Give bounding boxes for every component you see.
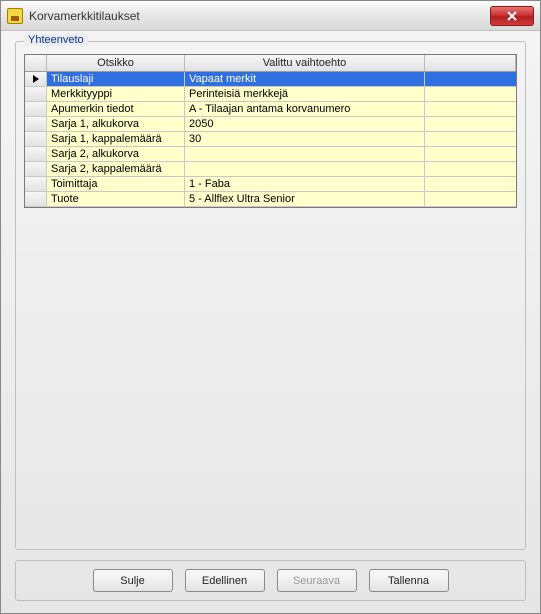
row-marker xyxy=(25,162,47,177)
cell-label: Tuote xyxy=(47,192,185,207)
previous-button[interactable]: Edellinen xyxy=(185,569,265,592)
row-marker xyxy=(25,102,47,117)
titlebar: Korvamerkkitilaukset xyxy=(1,1,540,31)
button-bar: Sulje Edellinen Seuraava Tallenna xyxy=(15,560,526,601)
cell-value xyxy=(185,147,425,162)
column-header-otsikko[interactable]: Otsikko xyxy=(47,55,185,71)
cell-label: Sarja 1, kappalemäärä xyxy=(47,132,185,147)
current-row-icon xyxy=(32,74,40,84)
table-row[interactable]: Apumerkin tiedotA - Tilaajan antama korv… xyxy=(25,102,516,117)
column-header-blank xyxy=(425,55,516,71)
row-marker xyxy=(25,177,47,192)
row-marker xyxy=(25,72,47,87)
summary-groupbox: Yhteenveto Otsikko Valittu vaihtoehto Ti… xyxy=(15,41,526,550)
row-marker xyxy=(25,87,47,102)
cell-blank xyxy=(425,72,516,87)
column-header-valittu[interactable]: Valittu vaihtoehto xyxy=(185,55,425,71)
row-marker xyxy=(25,192,47,207)
cell-value: 1 - Faba xyxy=(185,177,425,192)
grid-header: Otsikko Valittu vaihtoehto xyxy=(25,55,516,72)
table-row[interactable]: Sarja 2, kappalemäärä xyxy=(25,162,516,177)
summary-grid[interactable]: Otsikko Valittu vaihtoehto TilauslajiVap… xyxy=(24,54,517,208)
close-window-button[interactable] xyxy=(490,6,534,26)
window: Korvamerkkitilaukset Yhteenveto Otsikko … xyxy=(0,0,541,614)
cell-blank xyxy=(425,147,516,162)
table-row[interactable]: MerkkityyppiPerinteisiä merkkejä xyxy=(25,87,516,102)
cell-value: 2050 xyxy=(185,117,425,132)
cell-value: A - Tilaajan antama korvanumero xyxy=(185,102,425,117)
cell-label: Toimittaja xyxy=(47,177,185,192)
cell-label: Sarja 2, kappalemäärä xyxy=(47,162,185,177)
table-row[interactable]: TilauslajiVapaat merkit xyxy=(25,72,516,87)
cell-value: 30 xyxy=(185,132,425,147)
cell-label: Apumerkin tiedot xyxy=(47,102,185,117)
cell-blank xyxy=(425,117,516,132)
row-marker xyxy=(25,117,47,132)
cell-label: Tilauslaji xyxy=(47,72,185,87)
grid-body: TilauslajiVapaat merkitMerkkityyppiPerin… xyxy=(25,72,516,207)
close-icon xyxy=(507,11,517,21)
cell-blank xyxy=(425,87,516,102)
cell-blank xyxy=(425,192,516,207)
cell-label: Sarja 1, alkukorva xyxy=(47,117,185,132)
cell-blank xyxy=(425,132,516,147)
cell-value: 5 - Allflex Ultra Senior xyxy=(185,192,425,207)
app-icon xyxy=(7,8,23,24)
table-row[interactable]: Sarja 1, kappalemäärä30 xyxy=(25,132,516,147)
cell-blank xyxy=(425,102,516,117)
table-row[interactable]: Sarja 1, alkukorva2050 xyxy=(25,117,516,132)
row-marker xyxy=(25,147,47,162)
next-button: Seuraava xyxy=(277,569,357,592)
cell-label: Merkkityyppi xyxy=(47,87,185,102)
window-title: Korvamerkkitilaukset xyxy=(29,9,490,23)
table-row[interactable]: Toimittaja1 - Faba xyxy=(25,177,516,192)
cell-blank xyxy=(425,177,516,192)
client-area: Yhteenveto Otsikko Valittu vaihtoehto Ti… xyxy=(1,31,540,613)
close-button[interactable]: Sulje xyxy=(93,569,173,592)
cell-label: Sarja 2, alkukorva xyxy=(47,147,185,162)
cell-blank xyxy=(425,162,516,177)
cell-value: Vapaat merkit xyxy=(185,72,425,87)
row-marker-header xyxy=(25,55,47,71)
save-button[interactable]: Tallenna xyxy=(369,569,449,592)
groupbox-label: Yhteenveto xyxy=(24,34,88,46)
cell-value xyxy=(185,162,425,177)
table-row[interactable]: Sarja 2, alkukorva xyxy=(25,147,516,162)
row-marker xyxy=(25,132,47,147)
cell-value: Perinteisiä merkkejä xyxy=(185,87,425,102)
table-row[interactable]: Tuote5 - Allflex Ultra Senior xyxy=(25,192,516,207)
